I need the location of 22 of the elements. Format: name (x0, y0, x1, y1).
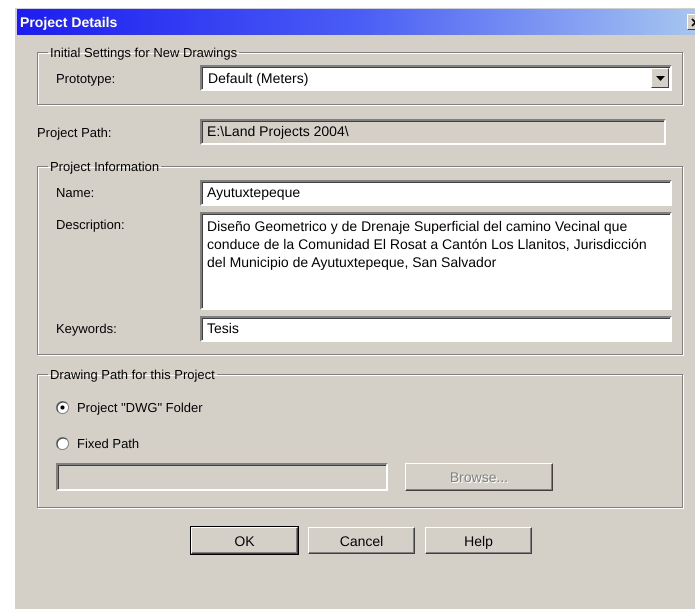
field-label: Description: (56, 216, 126, 232)
group-legend: Drawing Path for this Project (48, 367, 217, 382)
radio-label[interactable]: Fixed Path (77, 436, 140, 450)
project-path-label: Project Path: (37, 124, 112, 140)
description-field[interactable]: Diseño Geometrico y de Drenaje Superficial del camino Vecinal que conduce de la Comunidad El Rosat a Cantón Los Llanitos, Jurisdicción del Municipio de Ayutuxtepeque, San Salvador (200, 212, 672, 310)
dropdown-button[interactable] (651, 68, 669, 88)
radio-button[interactable] (56, 400, 69, 414)
radio-label[interactable]: Project "DWG" Folder (77, 400, 203, 414)
prototype-dropdown[interactable]: Default (Meters) (200, 65, 672, 91)
prototype-label: Prototype: (56, 70, 116, 86)
dialog-button[interactable]: Cancel (308, 527, 415, 554)
window-title: Project Details (19, 14, 118, 30)
field-label: Keywords: (56, 320, 118, 336)
dialog-button[interactable]: OK (191, 527, 298, 554)
input-field[interactable]: Tesis (200, 316, 672, 342)
caret-icon (656, 76, 664, 80)
field-label: Name: (56, 184, 96, 200)
input-field[interactable]: Ayutuxtepeque (200, 180, 672, 206)
group-legend: Initial Settings for New Drawings (48, 45, 240, 60)
radio-button[interactable] (56, 436, 69, 450)
group-legend: Project Information (48, 159, 162, 174)
dialog-button[interactable]: Help (425, 527, 532, 554)
